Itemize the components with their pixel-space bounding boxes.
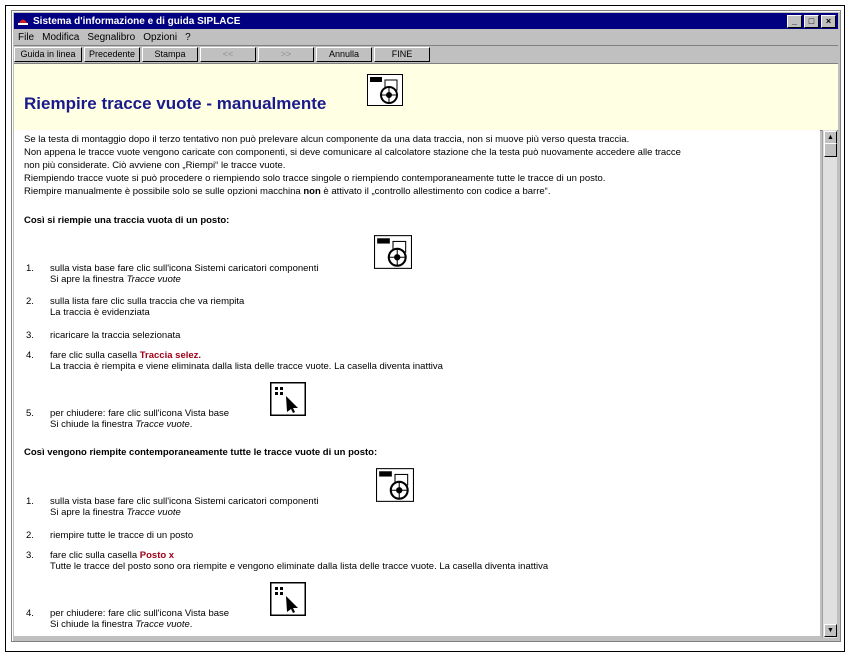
- vertical-scrollbar[interactable]: ▲ ▼: [822, 130, 837, 638]
- feeder-systems-icon[interactable]: [376, 467, 414, 503]
- step-line-suffix: .: [189, 419, 193, 430]
- intro-text: Riempire manualmente è possibile solo se…: [24, 186, 301, 197]
- next-topic-button[interactable]: >>: [258, 47, 314, 62]
- minimize-button[interactable]: _: [787, 14, 802, 28]
- title-bar: Sistema d'informazione e di guida SIPLAC…: [14, 13, 838, 29]
- step-number: 2.: [26, 530, 34, 541]
- step-text: fare clic sulla casella Posto x Tutte le…: [50, 550, 548, 572]
- intro-line: Non appena le tracce vuote vengono caric…: [24, 147, 681, 158]
- menu-segnalibro[interactable]: Segnalibro: [87, 32, 135, 43]
- intro-line: Riempire manualmente è possibile solo se…: [24, 185, 550, 198]
- step-line-suffix: .: [189, 619, 193, 630]
- step-text: sulla lista fare clic sulla traccia che …: [50, 296, 244, 318]
- window-name: Tracce vuote: [126, 274, 181, 285]
- intro-bold-non: non: [303, 186, 321, 197]
- page-title: Riempire tracce vuote - manualmente: [24, 94, 327, 113]
- topic-content: Se la testa di montaggio dopo il terzo t…: [14, 130, 820, 636]
- step-text: per chiudere: fare clic sull'icona Vista…: [50, 608, 229, 630]
- step-number: 2.: [26, 296, 34, 307]
- home-view-icon[interactable]: [270, 382, 306, 416]
- step-number: 4.: [26, 608, 34, 619]
- step-line: fare clic sulla casella: [50, 550, 140, 561]
- step-line: fare clic sulla casella: [50, 350, 140, 361]
- app-icon: [18, 19, 28, 25]
- step-line: Si apre la finestra: [50, 274, 127, 285]
- precedente-button[interactable]: Precedente: [84, 47, 140, 62]
- menu-file[interactable]: File: [18, 32, 34, 43]
- scroll-thumb[interactable]: [824, 143, 837, 157]
- menu-help[interactable]: ?: [185, 32, 191, 43]
- section-heading-single: Così si riempie una traccia vuota di un …: [24, 215, 230, 226]
- guida-in-linea-button[interactable]: Guida in linea: [14, 47, 82, 62]
- feeder-systems-icon: [367, 74, 403, 106]
- traccia-selez-link: Traccia selez.: [139, 350, 202, 361]
- window-name: Tracce vuote: [135, 619, 190, 630]
- previous-topic-button[interactable]: <<: [200, 47, 256, 62]
- help-window: Sistema d'informazione e di guida SIPLAC…: [11, 10, 841, 642]
- step-line: Tutte le tracce del posto sono ora riemp…: [50, 561, 549, 572]
- topic-header: Riempire tracce vuote - manualmente: [14, 63, 838, 131]
- maximize-button[interactable]: □: [804, 14, 819, 28]
- step-line: La traccia è evidenziata: [50, 307, 150, 318]
- step-text: fare clic sulla casella Traccia selez. L…: [50, 350, 443, 372]
- fine-button[interactable]: FINE: [374, 47, 430, 62]
- window-title: Sistema d'informazione e di guida SIPLAC…: [33, 15, 241, 27]
- intro-line: Riempiendo tracce vuote si può procedere…: [24, 173, 606, 184]
- step-line: Si chiude la finestra: [50, 419, 136, 430]
- scroll-down-arrow-icon[interactable]: ▼: [824, 624, 837, 637]
- window-name: Tracce vuote: [126, 507, 181, 518]
- step-line: sulla vista base fare clic sull'icona Si…: [50, 263, 319, 274]
- stampa-button[interactable]: Stampa: [142, 47, 198, 62]
- intro-line: non più considerate. Ciò avviene con „Ri…: [24, 160, 286, 171]
- menu-bar: File Modifica Segnalibro Opzioni ?: [14, 30, 838, 44]
- step-text: sulla vista base fare clic sull'icona Si…: [50, 496, 318, 518]
- close-button[interactable]: ×: [821, 14, 836, 28]
- step-number: 3.: [26, 550, 34, 561]
- step-number: 5.: [26, 408, 34, 419]
- step-line: per chiudere: fare clic sull'icona Vista…: [50, 408, 230, 419]
- step-number: 4.: [26, 350, 34, 361]
- step-line: Si chiude la finestra: [50, 619, 136, 630]
- posto-x-link: Posto x: [139, 550, 175, 561]
- step-line: Si apre la finestra: [50, 507, 127, 518]
- window-name: Tracce vuote: [135, 419, 190, 430]
- step-line: sulla vista base fare clic sull'icona Si…: [50, 496, 319, 507]
- step-number: 1.: [26, 496, 34, 507]
- step-line: per chiudere: fare clic sull'icona Vista…: [50, 608, 230, 619]
- step-line: La traccia è riempita e viene eliminata …: [50, 361, 443, 372]
- intro-line: Se la testa di montaggio dopo il terzo t…: [24, 134, 630, 145]
- step-number: 3.: [26, 330, 34, 341]
- step-number: 1.: [26, 263, 34, 274]
- feeder-systems-icon[interactable]: [374, 234, 412, 270]
- step-line: sulla lista fare clic sulla traccia che …: [50, 296, 245, 307]
- menu-modifica[interactable]: Modifica: [42, 32, 79, 43]
- step-text: riempire tutte le tracce di un posto: [50, 530, 194, 541]
- step-text: sulla vista base fare clic sull'icona Si…: [50, 263, 318, 285]
- step-text: per chiudere: fare clic sull'icona Vista…: [50, 408, 229, 430]
- intro-text: è attivato il „controllo allestimento co…: [323, 186, 551, 197]
- step-text: ricaricare la traccia selezionata: [50, 330, 181, 341]
- section-heading-all: Così vengono riempite contemporaneamente…: [24, 447, 378, 458]
- annulla-button[interactable]: Annulla: [316, 47, 372, 62]
- home-view-icon[interactable]: [270, 582, 306, 616]
- menu-opzioni[interactable]: Opzioni: [143, 32, 177, 43]
- button-bar: Guida in linea Precedente Stampa << >> A…: [14, 45, 838, 63]
